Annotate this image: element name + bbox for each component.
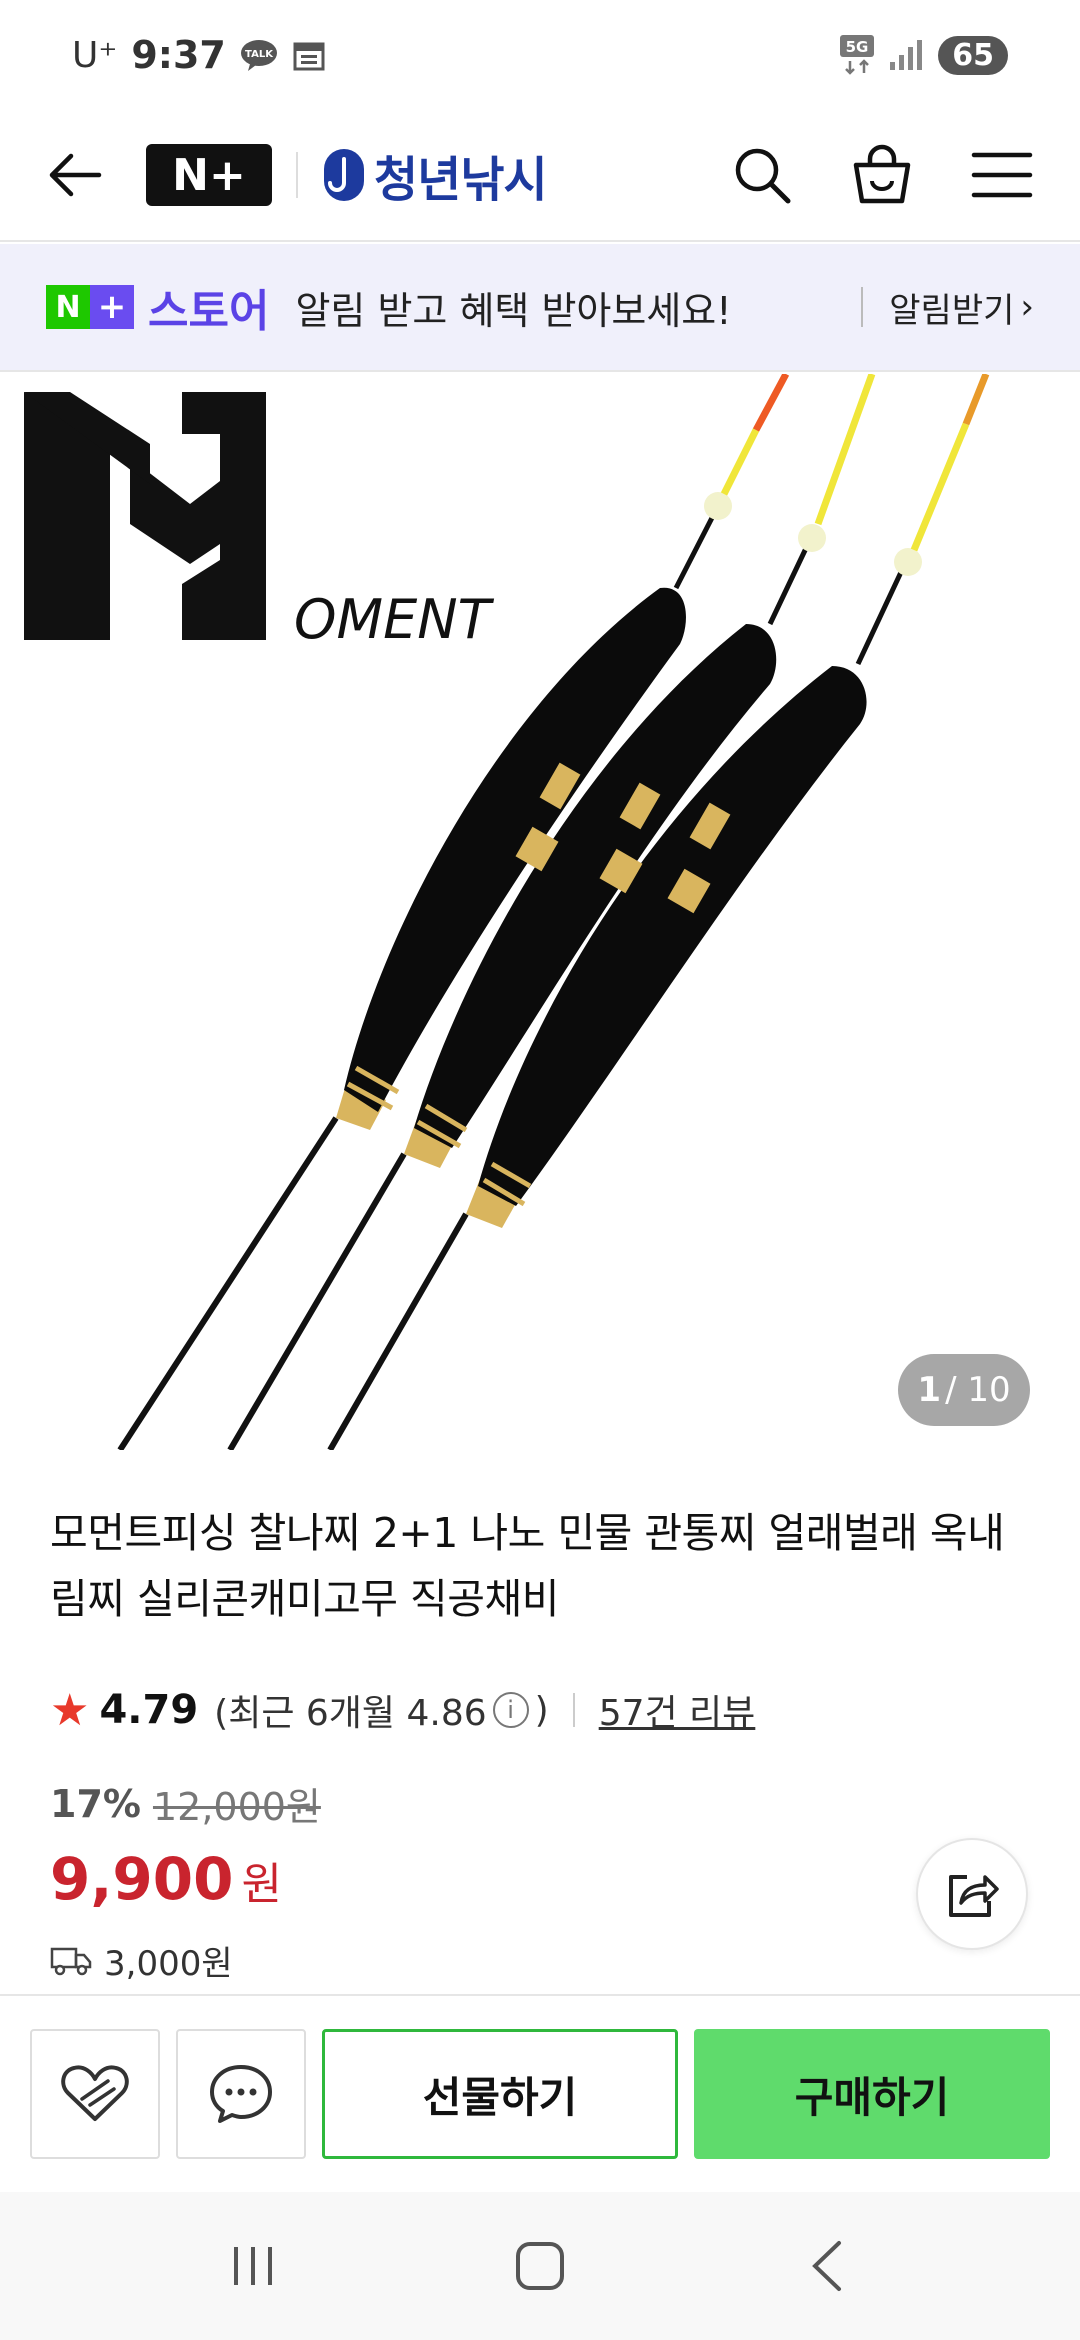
rating-divider — [572, 1693, 575, 1727]
menu-button[interactable] — [964, 137, 1040, 213]
gift-button[interactable]: 선물하기 — [322, 2029, 678, 2159]
image-counter: 1 / 10 — [898, 1354, 1030, 1426]
image-counter-current: 1 — [917, 1370, 942, 1410]
naver-plus-store-badge: N + 스토어 — [46, 275, 269, 339]
buy-button[interactable]: 구매하기 — [694, 2029, 1050, 2159]
shopping-bag-icon — [853, 144, 911, 204]
home-button[interactable] — [500, 2226, 580, 2306]
moment-logo-text: OMENT — [294, 588, 495, 651]
recent-apps-icon — [234, 2247, 273, 2285]
home-icon — [515, 2242, 564, 2290]
discount-rate: 17% — [50, 1781, 141, 1826]
info-icon[interactable]: i — [492, 1692, 529, 1728]
banner-message: 알림 받고 혜택 받아보세요! — [295, 288, 732, 333]
original-price: 12,000원 — [152, 1785, 321, 1829]
nav-divider — [296, 152, 298, 198]
search-icon — [735, 148, 791, 204]
search-button[interactable] — [724, 137, 800, 213]
recent-rating-close: ) — [534, 1689, 549, 1731]
share-icon — [949, 1875, 999, 1917]
calendar-notification-icon — [292, 38, 326, 72]
talk-talk-button[interactable] — [176, 2029, 306, 2159]
image-counter-total: / 10 — [945, 1370, 1011, 1410]
float-2 — [227, 374, 876, 1450]
price-block: 17% 12,000원 9,900 원 — [50, 1776, 321, 1914]
product-title: 모먼트피싱 찰나찌 2+1 나노 민물 관통찌 얼래벌래 옥내림찌 실리콘캐미고… — [50, 1509, 1005, 1623]
signal-icon — [888, 38, 924, 72]
share-button[interactable] — [916, 1838, 1028, 1950]
badge-n: N — [46, 285, 90, 329]
arrow-left-icon — [49, 153, 102, 197]
naver-plus-logo-text: N+ — [172, 149, 246, 201]
review-count-link[interactable]: 57건 리뷰 — [599, 1684, 756, 1736]
heart-icon — [61, 2065, 129, 2121]
carrier-label: U⁺ — [72, 34, 118, 76]
naver-plus-logo[interactable]: N+ — [146, 144, 272, 206]
back-button[interactable] — [40, 140, 110, 210]
rating-score: 4.79 — [99, 1687, 199, 1733]
network-5g-icon: 5G — [840, 35, 875, 75]
shipping-row: 3,000원 — [50, 1936, 233, 1985]
shipping-fee: 3,000원 — [104, 1944, 233, 1984]
status-bar: U⁺ 9:37 TALK 5G 65 — [0, 0, 1080, 110]
recent-apps-button[interactable] — [213, 2226, 293, 2306]
product-image-carousel[interactable]: OMENT 1 / 10 — [0, 374, 1080, 1450]
top-nav: N+ 청년낚시 — [0, 110, 1080, 242]
battery-level: 65 — [938, 35, 1008, 75]
chevron-right-icon: › — [1020, 287, 1034, 327]
price-unit: 원 — [241, 1859, 282, 1910]
recent-rating: (최근 6개월 4.86 — [214, 1693, 487, 1734]
wishlist-button[interactable] — [30, 2029, 160, 2159]
purchase-action-bar: 선물하기 구매하기 — [0, 1994, 1080, 2192]
store-name: 청년낚시 — [374, 152, 548, 208]
system-navigation-bar — [0, 2192, 1080, 2340]
svg-text:5G: 5G — [846, 38, 869, 56]
cart-button[interactable] — [844, 137, 920, 213]
rating-row: ★ 4.79 (최근 6개월 4.86 i ) 57건 리뷰 — [50, 1680, 755, 1740]
chevron-left-icon — [811, 2241, 841, 2291]
svg-text:TALK: TALK — [245, 49, 274, 60]
status-time: 9:37 — [131, 33, 226, 77]
hamburger-menu-icon — [971, 152, 1033, 198]
star-icon: ★ — [50, 1684, 90, 1736]
talk-notification-icon: TALK — [240, 38, 278, 72]
delivery-truck-icon — [50, 1947, 92, 1975]
badge-plus: + — [90, 285, 134, 329]
banner-divider — [861, 287, 864, 327]
notify-label: 알림받기 — [889, 290, 1015, 331]
system-back-button[interactable] — [787, 2226, 867, 2306]
notify-button[interactable]: 알림받기 › — [889, 283, 1034, 332]
fishing-hook-icon — [324, 149, 364, 201]
chat-bubble-icon — [210, 2065, 272, 2123]
fishing-float-photo: OMENT — [24, 374, 990, 1450]
store-logo[interactable]: 청년낚시 — [322, 140, 548, 210]
badge-store-text: 스토어 — [148, 286, 270, 337]
notification-banner: N + 스토어 알림 받고 혜택 받아보세요! 알림받기 › — [0, 244, 1080, 372]
sale-price: 9,900 — [50, 1845, 234, 1913]
moment-logo-mark — [24, 392, 266, 640]
